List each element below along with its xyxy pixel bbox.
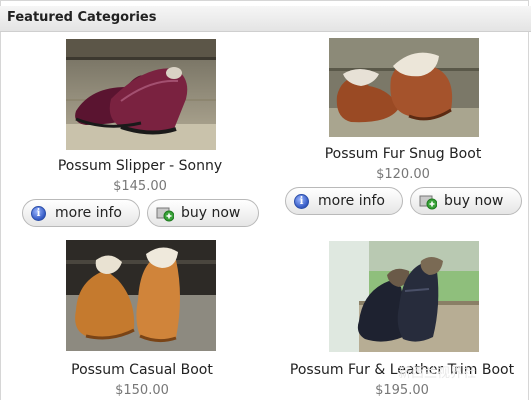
product-image-leather-trim-boot[interactable]: [329, 241, 479, 352]
product-name[interactable]: Possum Casual Boot: [12, 362, 272, 378]
product-price: $120.00: [376, 167, 430, 182]
more-info-button[interactable]: i more info: [22, 199, 140, 227]
product-name[interactable]: Possum Slipper - Sonny: [10, 158, 270, 174]
info-icon: i: [294, 194, 309, 209]
product-name[interactable]: Possum Fur Snug Boot: [273, 146, 531, 162]
add-to-cart-icon: [156, 205, 175, 222]
watermark: 新西兰视界社: [398, 366, 477, 381]
add-to-cart-icon: [419, 193, 438, 210]
product-price: $150.00: [115, 383, 169, 398]
product-image-casual-boot[interactable]: [66, 240, 216, 351]
buy-now-button[interactable]: buy now: [147, 199, 259, 227]
more-info-button[interactable]: i more info: [285, 187, 403, 215]
buy-now-button[interactable]: buy now: [410, 187, 522, 215]
panel-header: Featured Categories: [0, 6, 531, 32]
panel-title: Featured Categories: [7, 10, 157, 25]
product-image-slipper[interactable]: [66, 39, 216, 150]
product-image-snug-boot[interactable]: [329, 38, 479, 137]
product-price: $145.00: [113, 179, 167, 194]
info-icon: i: [31, 206, 46, 221]
